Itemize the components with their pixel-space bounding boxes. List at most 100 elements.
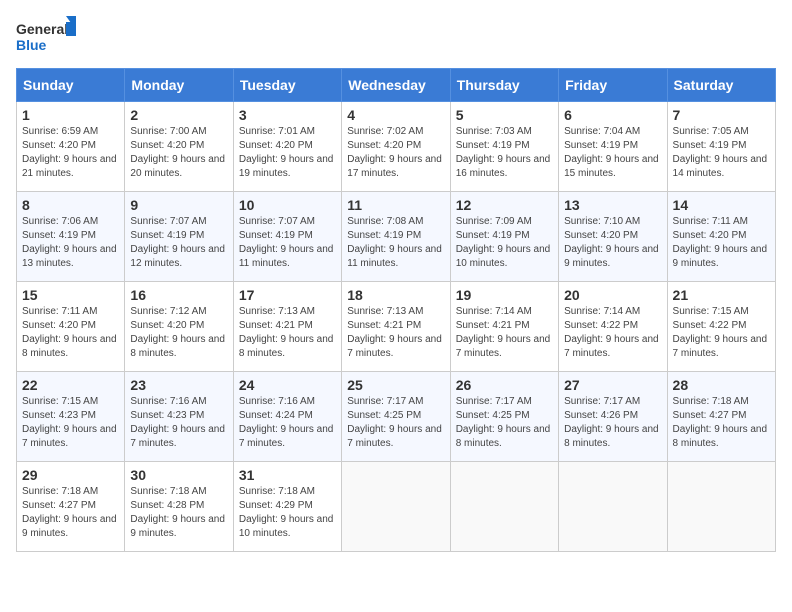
day-number: 30 <box>130 467 227 483</box>
calendar-day-cell: 11 Sunrise: 7:08 AM Sunset: 4:19 PM Dayl… <box>342 192 450 282</box>
day-info: Sunrise: 7:14 AM Sunset: 4:22 PM Dayligh… <box>564 305 661 361</box>
day-info: Sunrise: 7:07 AM Sunset: 4:19 PM Dayligh… <box>130 215 227 271</box>
logo: General Blue <box>16 16 76 60</box>
day-info: Sunrise: 7:11 AM Sunset: 4:20 PM Dayligh… <box>22 305 119 361</box>
day-number: 16 <box>130 287 227 303</box>
day-number: 22 <box>22 377 119 393</box>
day-info: Sunrise: 7:11 AM Sunset: 4:20 PM Dayligh… <box>673 215 770 271</box>
calendar-week-row: 29 Sunrise: 7:18 AM Sunset: 4:27 PM Dayl… <box>17 462 776 552</box>
day-number: 26 <box>456 377 553 393</box>
weekday-header: Thursday <box>450 69 558 102</box>
logo-svg: General Blue <box>16 16 76 60</box>
day-info: Sunrise: 7:01 AM Sunset: 4:20 PM Dayligh… <box>239 125 336 181</box>
calendar-day-cell: 4 Sunrise: 7:02 AM Sunset: 4:20 PM Dayli… <box>342 102 450 192</box>
weekday-header: Monday <box>125 69 233 102</box>
calendar-week-row: 1 Sunrise: 6:59 AM Sunset: 4:20 PM Dayli… <box>17 102 776 192</box>
day-number: 8 <box>22 197 119 213</box>
calendar-day-cell: 30 Sunrise: 7:18 AM Sunset: 4:28 PM Dayl… <box>125 462 233 552</box>
calendar-day-cell: 26 Sunrise: 7:17 AM Sunset: 4:25 PM Dayl… <box>450 372 558 462</box>
calendar-header-row: SundayMondayTuesdayWednesdayThursdayFrid… <box>17 69 776 102</box>
calendar-day-cell: 13 Sunrise: 7:10 AM Sunset: 4:20 PM Dayl… <box>559 192 667 282</box>
day-info: Sunrise: 7:02 AM Sunset: 4:20 PM Dayligh… <box>347 125 444 181</box>
calendar-day-cell: 18 Sunrise: 7:13 AM Sunset: 4:21 PM Dayl… <box>342 282 450 372</box>
weekday-header: Tuesday <box>233 69 341 102</box>
calendar-day-cell: 6 Sunrise: 7:04 AM Sunset: 4:19 PM Dayli… <box>559 102 667 192</box>
calendar-day-cell: 31 Sunrise: 7:18 AM Sunset: 4:29 PM Dayl… <box>233 462 341 552</box>
calendar-day-cell: 25 Sunrise: 7:17 AM Sunset: 4:25 PM Dayl… <box>342 372 450 462</box>
day-info: Sunrise: 7:15 AM Sunset: 4:22 PM Dayligh… <box>673 305 770 361</box>
calendar-day-cell <box>450 462 558 552</box>
day-info: Sunrise: 7:12 AM Sunset: 4:20 PM Dayligh… <box>130 305 227 361</box>
calendar-week-row: 15 Sunrise: 7:11 AM Sunset: 4:20 PM Dayl… <box>17 282 776 372</box>
day-number: 3 <box>239 107 336 123</box>
calendar-day-cell: 29 Sunrise: 7:18 AM Sunset: 4:27 PM Dayl… <box>17 462 125 552</box>
day-info: Sunrise: 7:05 AM Sunset: 4:19 PM Dayligh… <box>673 125 770 181</box>
calendar-day-cell: 27 Sunrise: 7:17 AM Sunset: 4:26 PM Dayl… <box>559 372 667 462</box>
day-number: 4 <box>347 107 444 123</box>
day-info: Sunrise: 7:18 AM Sunset: 4:28 PM Dayligh… <box>130 485 227 541</box>
calendar-day-cell: 5 Sunrise: 7:03 AM Sunset: 4:19 PM Dayli… <box>450 102 558 192</box>
calendar-day-cell: 1 Sunrise: 6:59 AM Sunset: 4:20 PM Dayli… <box>17 102 125 192</box>
day-info: Sunrise: 7:00 AM Sunset: 4:20 PM Dayligh… <box>130 125 227 181</box>
day-info: Sunrise: 7:18 AM Sunset: 4:27 PM Dayligh… <box>673 395 770 451</box>
calendar-week-row: 8 Sunrise: 7:06 AM Sunset: 4:19 PM Dayli… <box>17 192 776 282</box>
calendar-day-cell: 15 Sunrise: 7:11 AM Sunset: 4:20 PM Dayl… <box>17 282 125 372</box>
weekday-header: Friday <box>559 69 667 102</box>
calendar-day-cell <box>559 462 667 552</box>
weekday-header: Sunday <box>17 69 125 102</box>
day-info: Sunrise: 7:10 AM Sunset: 4:20 PM Dayligh… <box>564 215 661 271</box>
day-number: 23 <box>130 377 227 393</box>
day-info: Sunrise: 7:13 AM Sunset: 4:21 PM Dayligh… <box>239 305 336 361</box>
day-number: 17 <box>239 287 336 303</box>
calendar-day-cell: 12 Sunrise: 7:09 AM Sunset: 4:19 PM Dayl… <box>450 192 558 282</box>
day-number: 25 <box>347 377 444 393</box>
day-number: 31 <box>239 467 336 483</box>
day-info: Sunrise: 7:18 AM Sunset: 4:27 PM Dayligh… <box>22 485 119 541</box>
day-number: 21 <box>673 287 770 303</box>
day-info: Sunrise: 7:18 AM Sunset: 4:29 PM Dayligh… <box>239 485 336 541</box>
day-number: 12 <box>456 197 553 213</box>
day-number: 6 <box>564 107 661 123</box>
day-number: 24 <box>239 377 336 393</box>
day-number: 28 <box>673 377 770 393</box>
svg-text:Blue: Blue <box>16 37 47 53</box>
day-info: Sunrise: 7:17 AM Sunset: 4:26 PM Dayligh… <box>564 395 661 451</box>
day-number: 9 <box>130 197 227 213</box>
day-info: Sunrise: 7:16 AM Sunset: 4:24 PM Dayligh… <box>239 395 336 451</box>
calendar-day-cell: 2 Sunrise: 7:00 AM Sunset: 4:20 PM Dayli… <box>125 102 233 192</box>
day-number: 11 <box>347 197 444 213</box>
calendar-day-cell: 21 Sunrise: 7:15 AM Sunset: 4:22 PM Dayl… <box>667 282 775 372</box>
day-number: 20 <box>564 287 661 303</box>
day-info: Sunrise: 7:15 AM Sunset: 4:23 PM Dayligh… <box>22 395 119 451</box>
day-number: 1 <box>22 107 119 123</box>
calendar-day-cell: 24 Sunrise: 7:16 AM Sunset: 4:24 PM Dayl… <box>233 372 341 462</box>
day-number: 13 <box>564 197 661 213</box>
calendar-week-row: 22 Sunrise: 7:15 AM Sunset: 4:23 PM Dayl… <box>17 372 776 462</box>
calendar-day-cell: 9 Sunrise: 7:07 AM Sunset: 4:19 PM Dayli… <box>125 192 233 282</box>
day-number: 18 <box>347 287 444 303</box>
calendar-body: 1 Sunrise: 6:59 AM Sunset: 4:20 PM Dayli… <box>17 102 776 552</box>
calendar-day-cell: 3 Sunrise: 7:01 AM Sunset: 4:20 PM Dayli… <box>233 102 341 192</box>
calendar-day-cell: 14 Sunrise: 7:11 AM Sunset: 4:20 PM Dayl… <box>667 192 775 282</box>
day-number: 14 <box>673 197 770 213</box>
calendar-day-cell: 23 Sunrise: 7:16 AM Sunset: 4:23 PM Dayl… <box>125 372 233 462</box>
day-info: Sunrise: 7:09 AM Sunset: 4:19 PM Dayligh… <box>456 215 553 271</box>
calendar-day-cell: 10 Sunrise: 7:07 AM Sunset: 4:19 PM Dayl… <box>233 192 341 282</box>
calendar-day-cell: 16 Sunrise: 7:12 AM Sunset: 4:20 PM Dayl… <box>125 282 233 372</box>
day-info: Sunrise: 7:16 AM Sunset: 4:23 PM Dayligh… <box>130 395 227 451</box>
day-info: Sunrise: 7:06 AM Sunset: 4:19 PM Dayligh… <box>22 215 119 271</box>
calendar-day-cell: 20 Sunrise: 7:14 AM Sunset: 4:22 PM Dayl… <box>559 282 667 372</box>
day-info: Sunrise: 6:59 AM Sunset: 4:20 PM Dayligh… <box>22 125 119 181</box>
day-number: 19 <box>456 287 553 303</box>
day-info: Sunrise: 7:07 AM Sunset: 4:19 PM Dayligh… <box>239 215 336 271</box>
weekday-header: Saturday <box>667 69 775 102</box>
calendar-day-cell: 22 Sunrise: 7:15 AM Sunset: 4:23 PM Dayl… <box>17 372 125 462</box>
calendar-day-cell <box>667 462 775 552</box>
day-info: Sunrise: 7:08 AM Sunset: 4:19 PM Dayligh… <box>347 215 444 271</box>
day-number: 10 <box>239 197 336 213</box>
day-number: 2 <box>130 107 227 123</box>
day-info: Sunrise: 7:03 AM Sunset: 4:19 PM Dayligh… <box>456 125 553 181</box>
calendar-day-cell <box>342 462 450 552</box>
day-number: 5 <box>456 107 553 123</box>
day-number: 27 <box>564 377 661 393</box>
